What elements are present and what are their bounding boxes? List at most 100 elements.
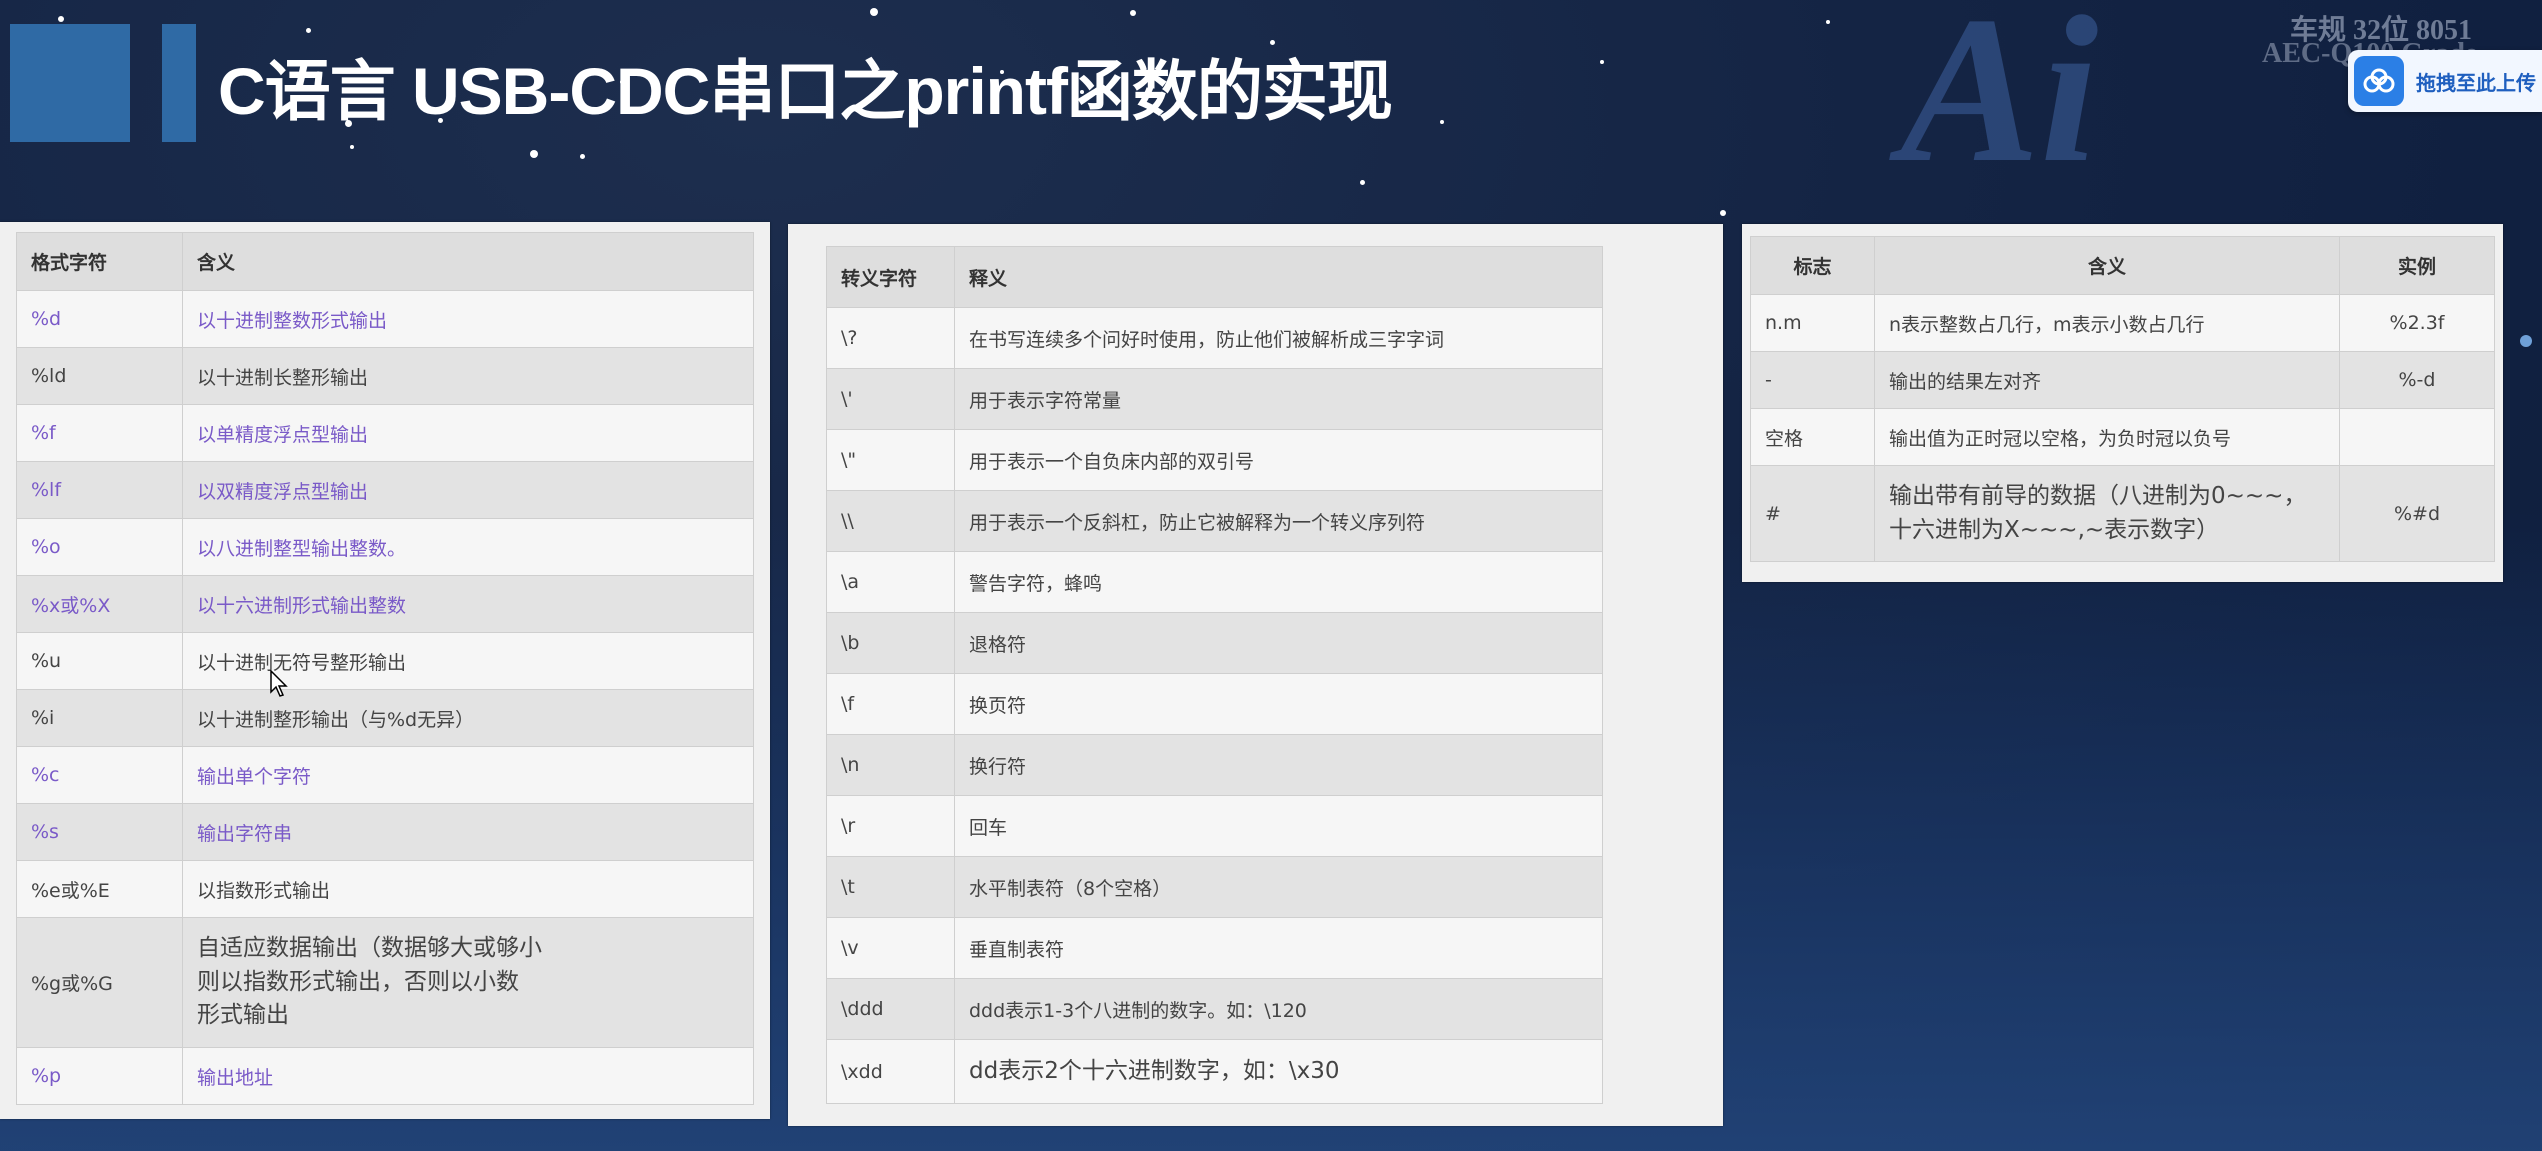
format-code: %e或%E <box>16 860 183 918</box>
table-row: \t 水平制表符（8个空格） <box>826 856 1603 918</box>
table-row: n.m n表示整数占几行，m表示小数占几行 %2.3f <box>1750 294 2495 352</box>
table-row: 空格 输出值为正时冠以空格，为负时冠以负号 <box>1750 408 2495 466</box>
format-meaning[interactable]: 输出字符串 <box>182 803 754 861</box>
flag-example: %#d <box>2339 465 2495 562</box>
table-row: %p 输出地址 <box>16 1047 754 1105</box>
format-meaning: 以指数形式输出 <box>182 860 754 918</box>
format-code[interactable]: %c <box>16 746 183 804</box>
header-meaning: 含义 <box>182 232 754 291</box>
escape-table: 转义字符 释义 \? 在书写连续多个问好时使用，防止他们被解析成三字字词 \' 用于… <box>826 246 1603 1104</box>
upload-drop-button[interactable]: 拖拽至此上传 <box>2348 50 2542 112</box>
flag-code: # <box>1750 465 1875 562</box>
escape-meaning: dd表示2个十六进制数字，如：\x30 <box>954 1039 1603 1104</box>
table-row: %x或%X 以十六进制形式输出整数 <box>16 575 754 633</box>
escape-code: \\ <box>826 490 955 552</box>
table-row: \? 在书写连续多个问好时使用，防止他们被解析成三字字词 <box>826 307 1603 369</box>
flag-table: 标志 含义 实例 n.m n表示整数占几行，m表示小数占几行 %2.3f - 输… <box>1750 236 2495 562</box>
table-row: %s 输出字符串 <box>16 803 754 861</box>
table-row: \n 换行符 <box>826 734 1603 796</box>
escape-code: \v <box>826 917 955 979</box>
table-row: \ddd ddd表示1-3个八进制的数字。如：\120 <box>826 978 1603 1040</box>
escape-code: \" <box>826 429 955 491</box>
format-meaning[interactable]: 以十进制整数形式输出 <box>182 290 754 348</box>
meaning-line: 则以指数形式输出，否则以小数 <box>197 968 519 995</box>
table-row: - 输出的结果左对齐 %-d <box>1750 351 2495 409</box>
header-explanation: 释义 <box>954 246 1603 308</box>
flag-meaning: 输出带有前导的数据（八进制为0~~~， 十六进制为X~~~,~表示数字） <box>1874 465 2340 562</box>
slide-title: C语言 USB-CDC串口之printf函数的实现 <box>218 54 1393 128</box>
title-decoration-bar <box>162 24 196 142</box>
table-row: %c 输出单个字符 <box>16 746 754 804</box>
meaning-line: 自适应数据输出（数据够大或够小 <box>197 935 542 962</box>
flag-example <box>2339 408 2495 466</box>
format-meaning[interactable]: 以双精度浮点型输出 <box>182 461 754 519</box>
table-row: %u 以十进制无符号整形输出 <box>16 632 754 690</box>
table-row: \' 用于表示字符常量 <box>826 368 1603 430</box>
format-code: %u <box>16 632 183 690</box>
escape-code: \b <box>826 612 955 674</box>
escape-meaning: ddd表示1-3个八进制的数字。如：\120 <box>954 978 1603 1040</box>
format-code: %i <box>16 689 183 747</box>
header-escape-char: 转义字符 <box>826 246 955 308</box>
escape-meaning: 水平制表符（8个空格） <box>954 856 1603 918</box>
table-row: # 输出带有前导的数据（八进制为0~~~， 十六进制为X~~~,~表示数字） %… <box>1750 465 2495 562</box>
escape-meaning: 回车 <box>954 795 1603 857</box>
meaning-line: 输出带有前导的数据（八进制为0~~~， <box>1889 483 2307 510</box>
escape-code: \a <box>826 551 955 613</box>
escape-code: \ddd <box>826 978 955 1040</box>
format-code[interactable]: %d <box>16 290 183 348</box>
table-row: %lf 以双精度浮点型输出 <box>16 461 754 519</box>
table-row: \xdd dd表示2个十六进制数字，如：\x30 <box>826 1039 1603 1104</box>
escape-meaning: 用于表示一个反斜杠，防止它被解释为一个转义序列符 <box>954 490 1603 552</box>
meaning-line: 形式输出 <box>197 1002 289 1029</box>
format-code[interactable]: %lf <box>16 461 183 519</box>
flag-code: n.m <box>1750 294 1875 352</box>
table-row: \a 警告字符，蜂鸣 <box>826 551 1603 613</box>
format-meaning[interactable]: 以单精度浮点型输出 <box>182 404 754 462</box>
format-code[interactable]: %f <box>16 404 183 462</box>
format-code[interactable]: %x或%X <box>16 575 183 633</box>
table-row: %d 以十进制整数形式输出 <box>16 290 754 348</box>
format-meaning[interactable]: 输出地址 <box>182 1047 754 1105</box>
flag-meaning: 输出的结果左对齐 <box>1874 351 2340 409</box>
meaning-line: 十六进制为X~~~,~表示数字） <box>1889 516 2220 543</box>
format-meaning[interactable]: 以十六进制形式输出整数 <box>182 575 754 633</box>
format-meaning[interactable]: 以八进制整型输出整数。 <box>182 518 754 576</box>
format-code: %g或%G <box>16 917 183 1048</box>
format-meaning: 以十进制整形输出（与%d无异） <box>182 689 754 747</box>
table-row: \r 回车 <box>826 795 1603 857</box>
escape-meaning: 垂直制表符 <box>954 917 1603 979</box>
escape-meaning: 在书写连续多个问好时使用，防止他们被解析成三字字词 <box>954 307 1603 369</box>
format-code[interactable]: %s <box>16 803 183 861</box>
table-row: \f 换页符 <box>826 673 1603 735</box>
escape-code: \f <box>826 673 955 735</box>
flag-meaning: n表示整数占几行，m表示小数占几行 <box>1874 294 2340 352</box>
escape-meaning: 换行符 <box>954 734 1603 796</box>
upload-label: 拖拽至此上传 <box>2416 70 2536 95</box>
format-code[interactable]: %o <box>16 518 183 576</box>
table-row: %i 以十进制整形输出（与%d无异） <box>16 689 754 747</box>
escape-code: \r <box>826 795 955 857</box>
escape-meaning: 退格符 <box>954 612 1603 674</box>
format-meaning: 以十进制长整形输出 <box>182 347 754 405</box>
table-row: \v 垂直制表符 <box>826 917 1603 979</box>
flag-code: - <box>1750 351 1875 409</box>
table-row: %f 以单精度浮点型输出 <box>16 404 754 462</box>
escape-code: \n <box>826 734 955 796</box>
table-row: \\ 用于表示一个反斜杠，防止它被解释为一个转义序列符 <box>826 490 1603 552</box>
format-code[interactable]: %p <box>16 1047 183 1105</box>
format-meaning[interactable]: 输出单个字符 <box>182 746 754 804</box>
flag-table-panel: 标志 含义 实例 n.m n表示整数占几行，m表示小数占几行 %2.3f - 输… <box>1742 224 2503 582</box>
header-format-char: 格式字符 <box>16 232 183 291</box>
flag-code: 空格 <box>1750 408 1875 466</box>
escape-meaning: 警告字符，蜂鸣 <box>954 551 1603 613</box>
table-row: %ld 以十进制长整形输出 <box>16 347 754 405</box>
table-row: \b 退格符 <box>826 612 1603 674</box>
escape-code: \? <box>826 307 955 369</box>
header-example: 实例 <box>2339 236 2495 295</box>
escape-meaning: 用于表示一个自负床内部的双引号 <box>954 429 1603 491</box>
title-decoration-square <box>10 24 130 142</box>
brand-watermark: Ai <box>1900 0 2099 206</box>
table-row: \" 用于表示一个自负床内部的双引号 <box>826 429 1603 491</box>
table-row: %e或%E 以指数形式输出 <box>16 860 754 918</box>
